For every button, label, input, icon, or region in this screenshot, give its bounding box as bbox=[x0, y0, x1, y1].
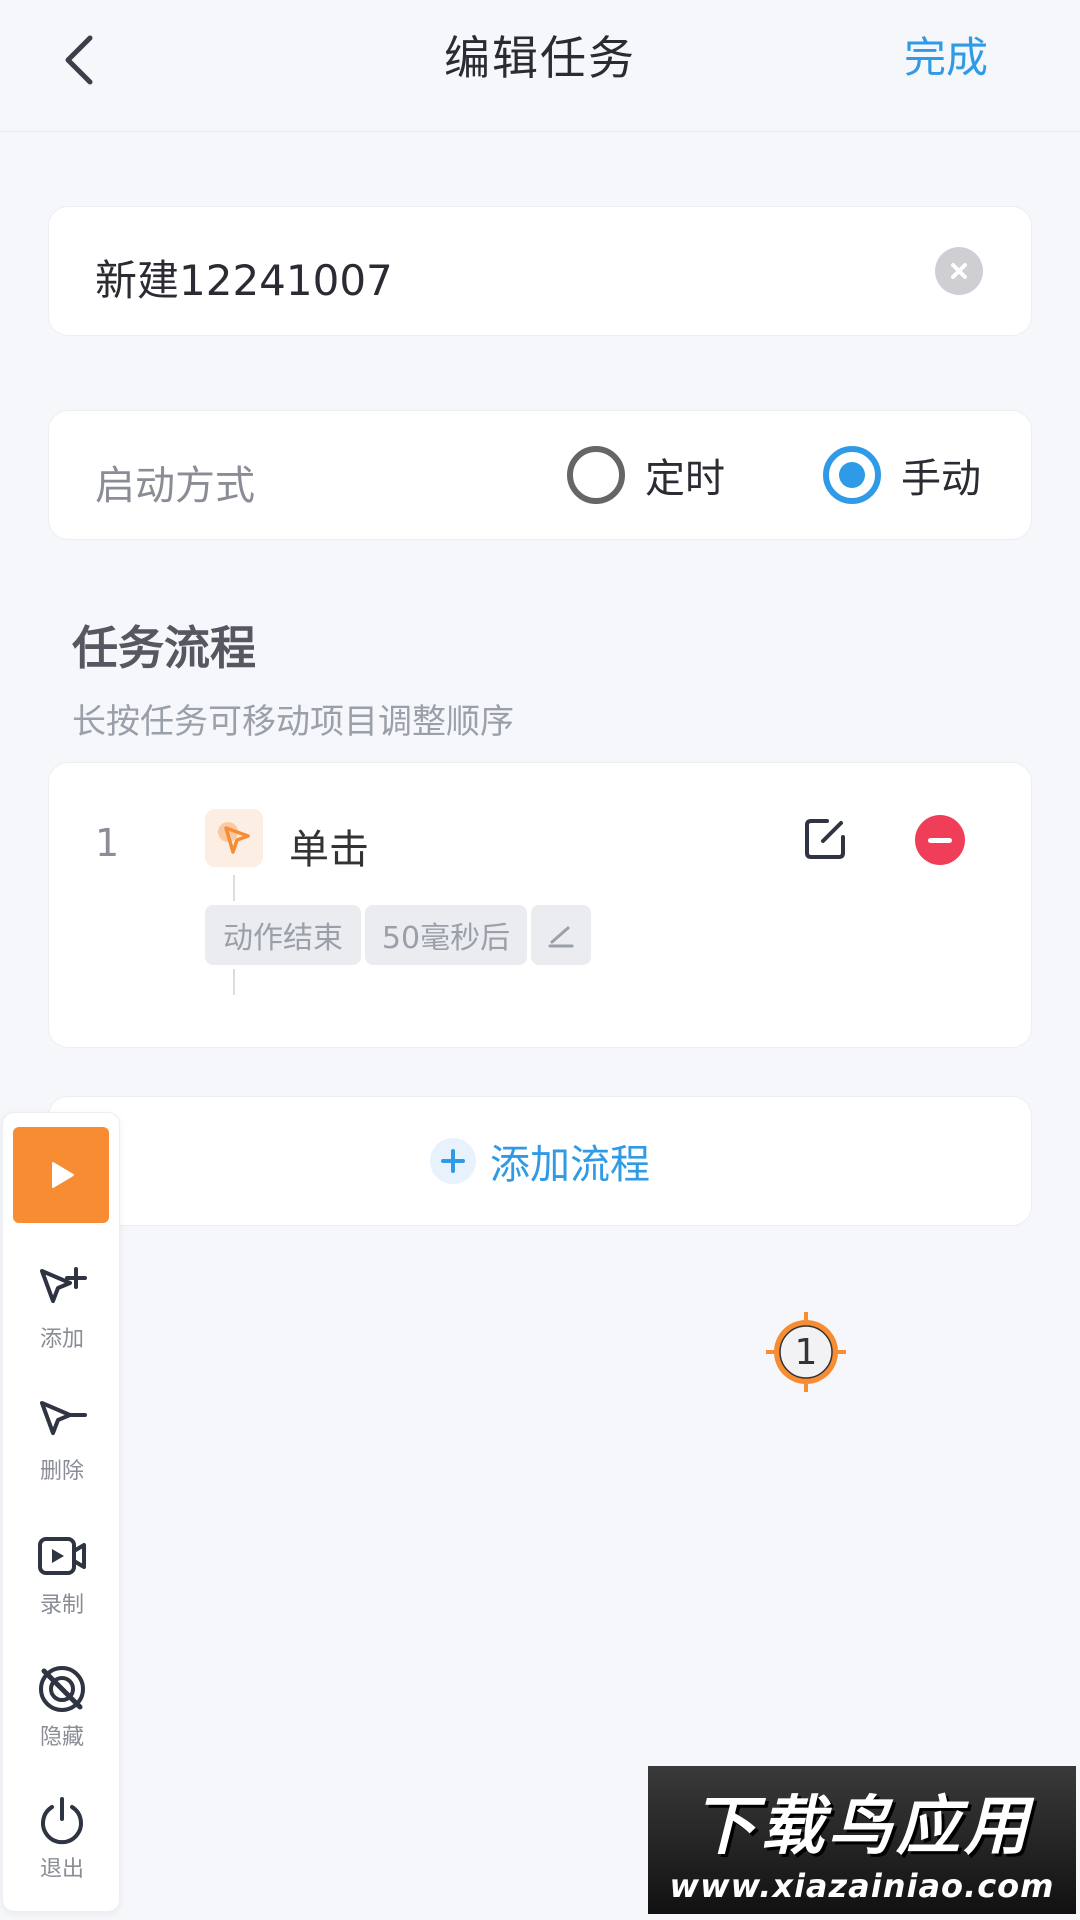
tag-edit-button[interactable] bbox=[531, 905, 591, 965]
clear-button[interactable] bbox=[935, 247, 983, 295]
play-button[interactable] bbox=[13, 1127, 109, 1223]
tool-add[interactable]: 添加 bbox=[3, 1265, 121, 1375]
task-name-card: 新建12241007 bbox=[48, 206, 1032, 336]
radio-circle-timed[interactable] bbox=[567, 446, 625, 504]
tap-icon bbox=[205, 809, 263, 867]
step-number: 1 bbox=[95, 821, 120, 865]
radio-timed[interactable]: 定时 bbox=[567, 443, 725, 507]
tool-exit[interactable]: 退出 bbox=[3, 1795, 121, 1905]
power-icon bbox=[41, 1797, 83, 1845]
hide-icon bbox=[39, 1666, 85, 1712]
tool-label: 录制 bbox=[39, 1593, 84, 1618]
flow-item-card[interactable]: 1 单击 动作结束 50毫秒后 bbox=[48, 762, 1032, 1048]
cursor-minus-icon bbox=[40, 1401, 87, 1435]
tag-delay: 50毫秒后 bbox=[365, 905, 527, 965]
section-subtitle: 长按任务可移动项目调整顺序 bbox=[72, 702, 514, 742]
edit-button[interactable] bbox=[801, 815, 849, 863]
section-title: 任务流程 bbox=[72, 621, 256, 675]
tool-label: 添加 bbox=[39, 1327, 84, 1352]
tap-target-marker[interactable]: 1 bbox=[766, 1312, 846, 1392]
tool-record[interactable]: 录制 bbox=[3, 1531, 121, 1641]
tool-label: 退出 bbox=[39, 1857, 84, 1882]
done-button[interactable]: 完成 bbox=[904, 24, 988, 85]
play-icon bbox=[52, 1162, 74, 1188]
watermark-title: 下载鸟应用 bbox=[692, 1790, 1032, 1864]
floating-toolbar: 添加 删除 录制 隐藏 退出 bbox=[2, 1112, 120, 1912]
connector-line bbox=[233, 875, 235, 901]
tool-hide[interactable]: 隐藏 bbox=[3, 1663, 121, 1773]
step-action: 单击 bbox=[289, 827, 369, 873]
plus-icon bbox=[430, 1138, 476, 1184]
start-mode-label: 启动方式 bbox=[95, 463, 255, 509]
minus-icon bbox=[928, 837, 952, 843]
tool-delete[interactable]: 删除 bbox=[3, 1397, 121, 1507]
tool-label: 删除 bbox=[39, 1459, 84, 1484]
radio-manual[interactable]: 手动 bbox=[823, 443, 981, 507]
edit-icon bbox=[805, 819, 845, 859]
remove-button[interactable] bbox=[915, 815, 965, 865]
connector-line bbox=[233, 969, 235, 995]
close-icon bbox=[951, 263, 967, 279]
cursor-tap-icon bbox=[218, 822, 250, 854]
task-name-input[interactable]: 新建12241007 bbox=[95, 247, 393, 308]
tool-label: 隐藏 bbox=[39, 1725, 84, 1750]
radio-label-timed: 定时 bbox=[645, 456, 725, 502]
radio-label-manual: 手动 bbox=[901, 456, 981, 502]
start-mode-card: 启动方式 定时 手动 bbox=[48, 410, 1032, 540]
watermark-logo: 下载鸟应用 www.xiazainiao.com bbox=[648, 1766, 1076, 1914]
radio-circle-manual[interactable] bbox=[823, 446, 881, 504]
pencil-icon bbox=[548, 926, 574, 948]
add-flow-button[interactable]: 添加流程 bbox=[48, 1096, 1032, 1226]
nav-header: 编辑任务 完成 bbox=[0, 0, 1080, 132]
cursor-plus-icon bbox=[40, 1267, 87, 1303]
watermark-url: www.xiazainiao.com bbox=[669, 1867, 1055, 1905]
record-icon bbox=[38, 1537, 86, 1575]
marker-number: 1 bbox=[794, 1331, 818, 1373]
tag-action-end: 动作结束 bbox=[205, 905, 361, 965]
add-flow-label: 添加流程 bbox=[490, 1142, 650, 1188]
